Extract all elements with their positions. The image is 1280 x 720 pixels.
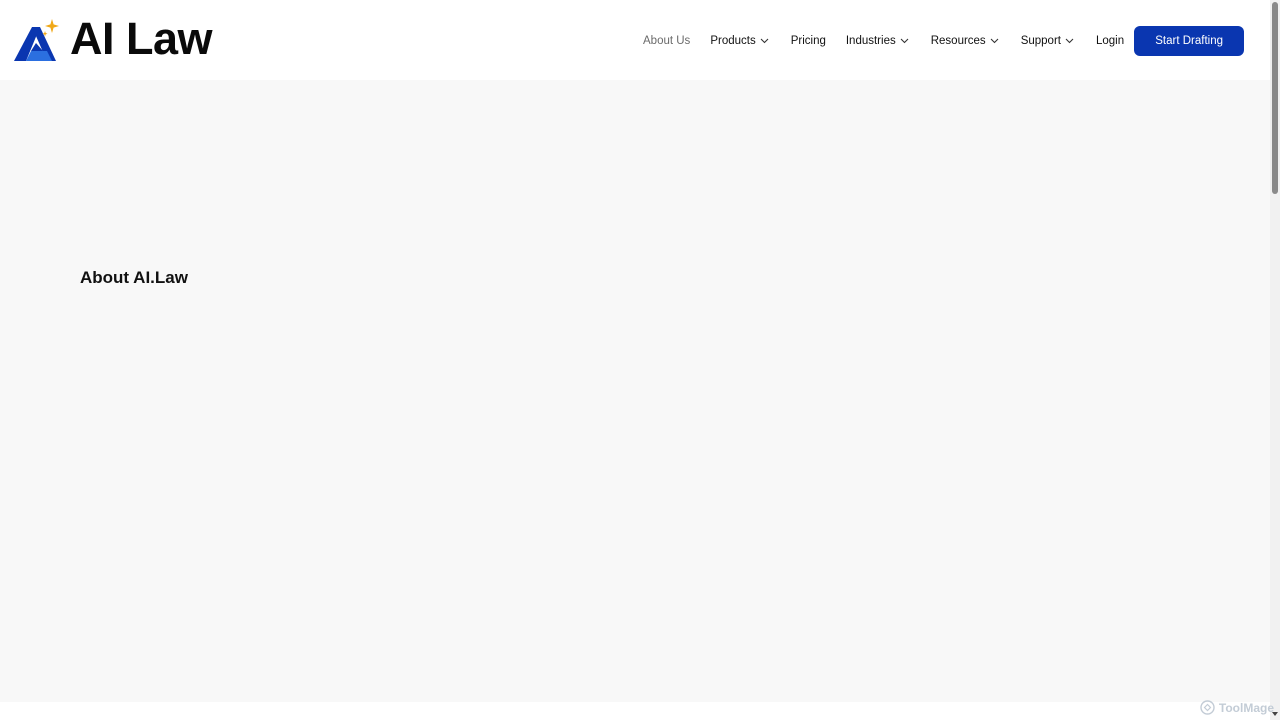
watermark-logo-icon — [1200, 700, 1215, 715]
nav-item-label: Resources — [930, 35, 986, 47]
vertical-scrollbar[interactable] — [1270, 0, 1280, 720]
start-drafting-button[interactable]: Start Drafting — [1134, 26, 1245, 56]
watermark-text: ToolMage — [1218, 700, 1274, 715]
nav-item-label: Support — [1020, 35, 1061, 47]
nav-item-support[interactable]: Support — [1021, 26, 1074, 56]
page-title: About AI.Law — [80, 268, 188, 287]
nav-item-label: Products — [710, 35, 756, 47]
nav-item-pricing[interactable]: Pricing — [791, 26, 826, 56]
nav-item-label: Pricing — [790, 35, 826, 47]
logo-text: AI Law — [70, 13, 213, 64]
chevron-down-icon — [760, 38, 769, 44]
nav-item-login[interactable]: Login — [1096, 26, 1124, 56]
nav-item-label: Login — [1095, 35, 1125, 47]
nav-item-industries[interactable]: Industries — [846, 26, 909, 56]
chevron-down-icon — [1065, 38, 1074, 44]
nav-item-about-us[interactable]: About Us — [643, 26, 690, 56]
site-header: AI Law About Us Products Pricing Industr… — [0, 0, 1270, 80]
page: AI Law About Us Products Pricing Industr… — [0, 0, 1280, 720]
scrollbar-thumb[interactable] — [1272, 2, 1278, 194]
nav-item-products[interactable]: Products — [710, 26, 769, 56]
logo-mark-icon — [14, 19, 59, 61]
main-nav: About Us Products Pricing Industries Res… — [643, 26, 1245, 56]
watermark: ToolMage — [1200, 700, 1274, 715]
chevron-down-icon — [990, 38, 999, 44]
chevron-down-icon — [900, 38, 909, 44]
nav-item-label: Industries — [845, 35, 896, 47]
main-content: About AI.Law — [0, 80, 1270, 702]
nav-item-label: About Us — [643, 35, 691, 47]
logo-link[interactable]: AI Law — [14, 13, 213, 64]
nav-item-resources[interactable]: Resources — [931, 26, 999, 56]
